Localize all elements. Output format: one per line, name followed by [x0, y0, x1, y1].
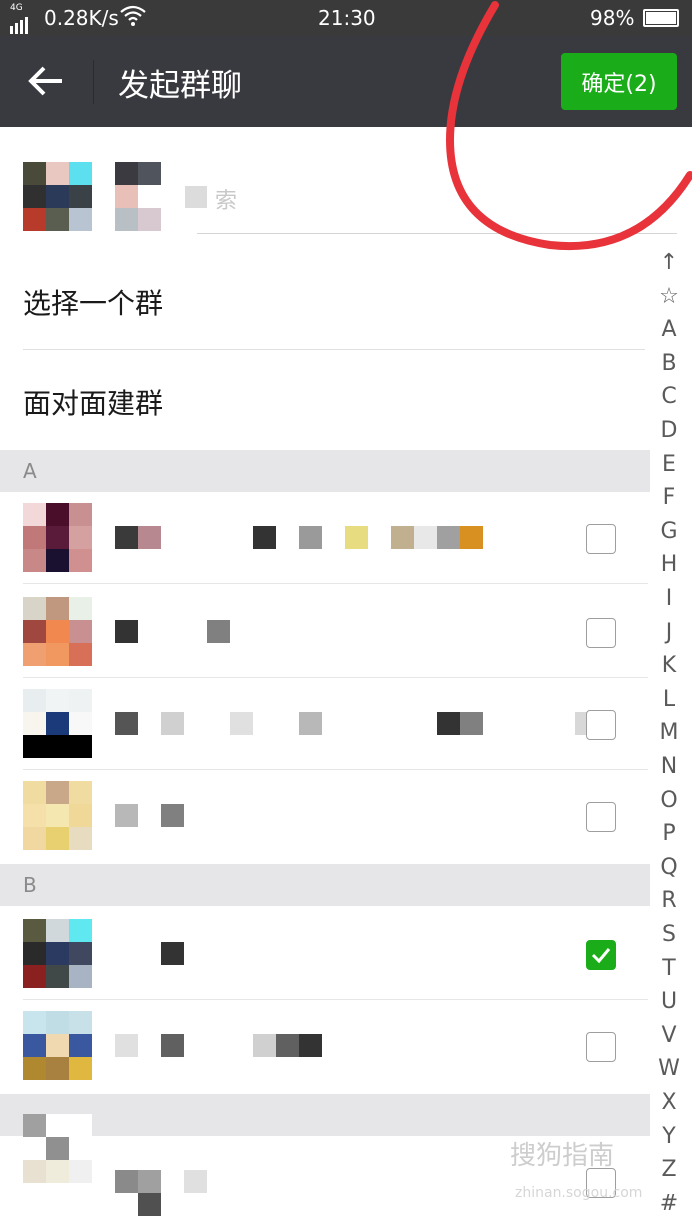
search-blur [185, 186, 207, 208]
alphabet-index-item[interactable]: N [650, 754, 688, 780]
selected-avatar[interactable] [23, 162, 92, 231]
confirm-button[interactable]: 确定(2) [561, 53, 677, 110]
watermark-text: 搜狗指南 [510, 1141, 615, 1171]
selected-avatar[interactable] [115, 162, 161, 231]
contact-checkbox[interactable] [586, 618, 616, 648]
alphabet-index-item[interactable]: Z [650, 1157, 688, 1183]
screen: 4G 0.28K/s 21:30 98% 发起群聊 确定(2) 索 选择一个群 … [0, 0, 692, 1230]
back-button[interactable] [20, 58, 72, 106]
contact-avatar [23, 1114, 92, 1183]
contact-row[interactable] [0, 1000, 650, 1092]
alphabet-index-item[interactable]: O [650, 788, 688, 814]
divider [23, 583, 648, 584]
header-divider [93, 60, 94, 104]
alphabet-index-item[interactable]: H [650, 552, 688, 578]
alphabet-index-item[interactable]: C [650, 384, 688, 410]
contact-checkbox[interactable] [586, 802, 616, 832]
contact-avatar [23, 781, 92, 850]
search-placeholder: 索 [215, 189, 238, 214]
selected-members-bar [0, 127, 692, 235]
alphabet-index-item[interactable]: I [650, 586, 688, 612]
status-bar: 4G 0.28K/s 21:30 98% [0, 0, 692, 36]
contact-avatar [23, 503, 92, 572]
alphabet-index-item[interactable]: ↑ [650, 250, 688, 276]
alphabet-index-item[interactable]: J [650, 620, 688, 646]
alphabet-index-item[interactable]: S [650, 922, 688, 948]
clock: 21:30 [318, 6, 376, 30]
contact-checkbox-checked[interactable] [586, 940, 616, 970]
network-speed: 0.28K/s [44, 6, 119, 30]
contact-row[interactable] [0, 678, 650, 770]
contact-row[interactable] [0, 770, 650, 862]
watermark-url: zhinan.sogou.com [515, 1185, 643, 1201]
alphabet-index-item[interactable]: F [650, 485, 688, 511]
contact-checkbox[interactable] [586, 1032, 616, 1062]
alphabet-index-item[interactable]: L [650, 687, 688, 713]
search-underline [197, 233, 677, 234]
contact-row[interactable] [0, 586, 650, 678]
alphabet-index-item[interactable]: B [650, 351, 688, 377]
watermark: 搜狗指南 zhinan.sogou.com [510, 1135, 642, 1201]
page-title: 发起群聊 [118, 68, 242, 104]
alphabet-index-item[interactable]: P [650, 821, 688, 847]
back-arrow-icon [28, 66, 62, 96]
battery-level: 98% [590, 6, 635, 30]
select-group-entry[interactable]: 选择一个群 [0, 250, 650, 350]
wifi-icon [120, 5, 146, 26]
select-group-label: 选择一个群 [23, 287, 164, 320]
alphabet-index[interactable]: ↑ ☆ A B C D E F G H I J K L M N O P Q R S T U V W X Y Z # [650, 250, 692, 1230]
title-bar: 发起群聊 确定(2) [0, 36, 692, 127]
alphabet-index-item[interactable]: # [650, 1191, 688, 1217]
contact-avatar [23, 597, 92, 666]
section-header [0, 1094, 650, 1136]
alphabet-index-item[interactable]: V [650, 1023, 688, 1049]
contact-avatar [23, 919, 92, 988]
search-input[interactable]: 索 [185, 186, 245, 214]
alphabet-index-item[interactable]: G [650, 519, 688, 545]
alphabet-index-item[interactable]: E [650, 452, 688, 478]
face-to-face-label: 面对面建群 [23, 387, 164, 420]
alphabet-index-item[interactable]: K [650, 653, 688, 679]
alphabet-index-item[interactable]: T [650, 956, 688, 982]
alphabet-index-item[interactable]: Q [650, 855, 688, 881]
contact-checkbox[interactable] [586, 710, 616, 740]
alphabet-index-item[interactable]: D [650, 418, 688, 444]
section-letter: A [23, 459, 37, 483]
contact-row[interactable] [0, 492, 650, 584]
alphabet-index-item[interactable]: X [650, 1090, 688, 1116]
signal-icon [10, 12, 28, 34]
alphabet-index-item[interactable]: A [650, 317, 688, 343]
alphabet-index-item[interactable]: U [650, 989, 688, 1015]
alphabet-index-item[interactable]: ☆ [650, 284, 688, 310]
contact-avatar [23, 1011, 92, 1080]
alphabet-index-item[interactable]: Y [650, 1124, 688, 1150]
alphabet-index-item[interactable]: R [650, 888, 688, 914]
face-to-face-entry[interactable]: 面对面建群 [0, 350, 650, 450]
alphabet-index-item[interactable]: W [650, 1056, 688, 1082]
battery-icon [643, 9, 679, 27]
section-header-b: B [0, 864, 650, 906]
section-header-a: A [0, 450, 650, 492]
contact-avatar [23, 689, 92, 758]
section-letter: B [23, 873, 37, 897]
contact-row[interactable] [0, 908, 650, 1000]
contact-checkbox[interactable] [586, 524, 616, 554]
check-icon [591, 948, 611, 964]
alphabet-index-item[interactable]: M [650, 720, 688, 746]
